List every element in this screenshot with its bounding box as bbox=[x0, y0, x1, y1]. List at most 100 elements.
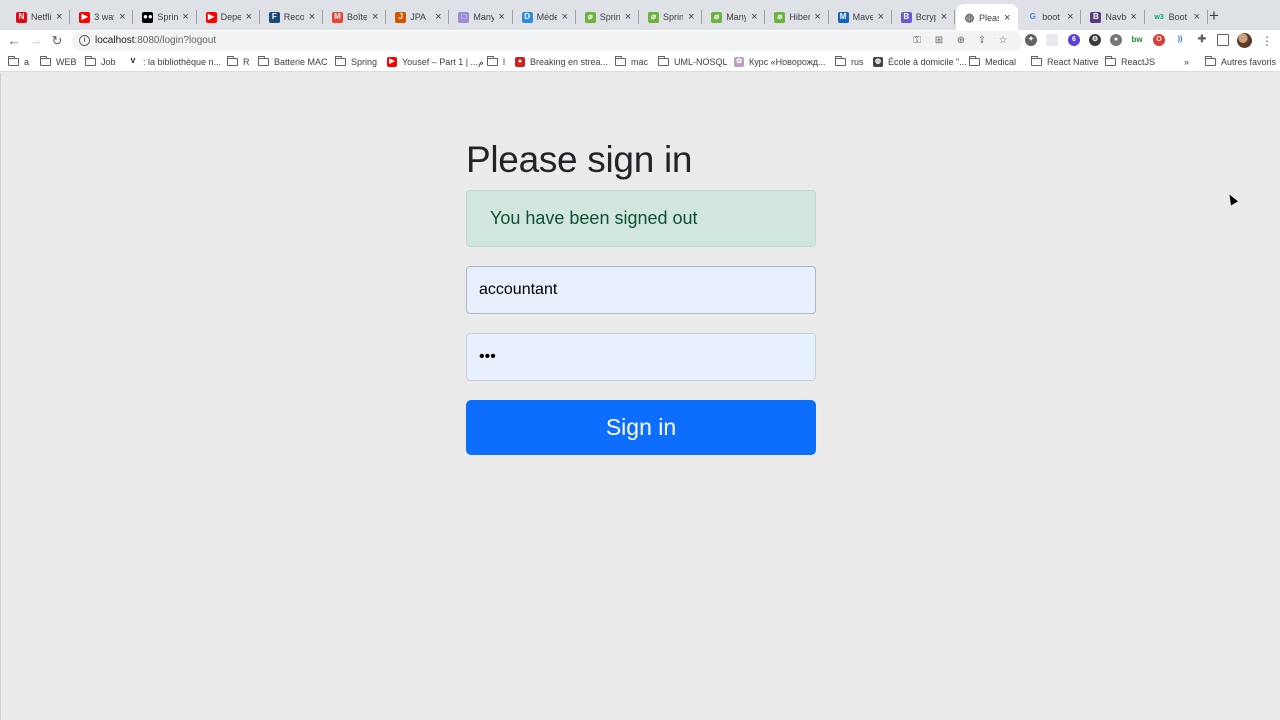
close-tab-icon[interactable]: × bbox=[812, 11, 824, 23]
key-icon[interactable]: ⚿ bbox=[910, 34, 924, 48]
close-tab-icon[interactable]: × bbox=[685, 11, 697, 23]
site-favicon-icon: ◍ bbox=[873, 57, 883, 67]
close-tab-icon[interactable]: × bbox=[875, 11, 887, 23]
bookmark-folder[interactable]: WEB bbox=[40, 55, 77, 69]
close-tab-icon[interactable]: × bbox=[1191, 11, 1203, 23]
bookmark-folder[interactable]: UML-NOSQL bbox=[658, 55, 728, 69]
bookmark-folder[interactable]: R bbox=[227, 55, 250, 69]
close-tab-icon[interactable]: × bbox=[748, 11, 760, 23]
browser-tab[interactable]: ●● Sprin × bbox=[134, 5, 197, 29]
close-tab-icon[interactable]: × bbox=[1128, 11, 1140, 23]
browser-tab[interactable]: ⌀ Sprin × bbox=[577, 5, 639, 29]
bookmark-folder[interactable]: Job bbox=[85, 55, 116, 69]
bookmark-link[interactable]: V: la bibliothèque n... bbox=[128, 55, 221, 69]
site-favicon-icon: V bbox=[128, 57, 138, 67]
bookmark-folder[interactable]: mac bbox=[615, 55, 648, 69]
bookmark-folder[interactable]: ReactJS bbox=[1105, 55, 1155, 69]
bookmark-link[interactable]: ▶ Yousef – Part 1 | ...م bbox=[387, 55, 484, 69]
bookmark-folder[interactable]: a bbox=[8, 55, 29, 69]
close-tab-icon[interactable]: × bbox=[53, 11, 65, 23]
extension-gear-icon[interactable]: ⚙ bbox=[1089, 34, 1101, 46]
bookmark-folder[interactable]: rus bbox=[835, 55, 864, 69]
close-tab-icon[interactable]: × bbox=[938, 11, 950, 23]
browser-tab[interactable]: M Mave × bbox=[830, 5, 892, 29]
address-bar[interactable]: i localhost:8080/login?logout ⚿ ⊞ ⊕ ⇪ ☆ bbox=[72, 31, 1022, 51]
bookmark-link[interactable]: ◍ École à domicile "... bbox=[873, 55, 967, 69]
close-tab-icon[interactable]: × bbox=[180, 11, 192, 23]
other-bookmarks-folder[interactable]: Autres favoris bbox=[1205, 55, 1276, 69]
fa-icon: F bbox=[268, 11, 280, 23]
side-panel-icon[interactable] bbox=[1217, 34, 1229, 46]
close-tab-icon[interactable]: × bbox=[432, 11, 444, 23]
bookmark-folder[interactable]: Spring bbox=[335, 55, 377, 69]
close-tab-icon[interactable]: × bbox=[116, 11, 128, 23]
close-tab-icon[interactable]: × bbox=[496, 11, 508, 23]
translate-icon[interactable]: ⊞ bbox=[932, 34, 946, 48]
tab-title: 3 way bbox=[94, 12, 114, 22]
username-input[interactable] bbox=[466, 266, 816, 314]
profile-avatar[interactable] bbox=[1237, 33, 1252, 48]
password-input[interactable] bbox=[466, 333, 816, 381]
bookmark-folder[interactable]: Medical bbox=[969, 55, 1016, 69]
close-tab-icon[interactable]: × bbox=[622, 11, 634, 23]
site-favicon-icon: ✿ bbox=[734, 57, 744, 67]
browser-tab[interactable]: ▶ Depe × bbox=[198, 5, 260, 29]
browser-tab[interactable]: J JPA × bbox=[387, 5, 450, 29]
extension-red-icon[interactable]: O bbox=[1153, 34, 1165, 46]
bookmark-label: R bbox=[243, 57, 250, 67]
close-tab-icon[interactable]: × bbox=[243, 11, 255, 23]
bookmark-label: l bbox=[503, 57, 505, 67]
close-tab-icon[interactable]: × bbox=[1001, 12, 1013, 24]
browser-tab[interactable]: BBcryp× bbox=[893, 5, 955, 29]
tab-separator bbox=[195, 10, 197, 24]
extension-puzzle-icon[interactable]: ✦ bbox=[1025, 34, 1037, 46]
browser-tab[interactable]: Gboot × bbox=[1019, 5, 1082, 29]
folder-icon bbox=[969, 56, 980, 66]
reload-icon[interactable]: ↻ bbox=[48, 32, 66, 50]
extension-circle-icon[interactable]: ● bbox=[1110, 34, 1122, 46]
tab-title: Reco bbox=[283, 12, 304, 22]
site-info-icon[interactable]: i bbox=[79, 35, 90, 46]
browser-tab[interactable]: □ Many × bbox=[450, 5, 513, 29]
url-text[interactable]: localhost:8080/login?logout bbox=[95, 35, 216, 46]
extension-bw-icon[interactable]: bw bbox=[1131, 34, 1143, 46]
back-icon[interactable]: ← bbox=[5, 32, 23, 50]
close-tab-icon[interactable]: × bbox=[306, 11, 318, 23]
extension-badge-icon[interactable]: 6 bbox=[1068, 34, 1080, 46]
browser-menu-icon[interactable]: ⋮ bbox=[1261, 32, 1273, 50]
browser-tab[interactable]: w3 Boot × bbox=[1146, 5, 1208, 29]
extensions-icon[interactable]: ✚ bbox=[1196, 34, 1208, 46]
more-bookmarks-button[interactable]: » bbox=[1184, 55, 1189, 69]
browser-tab[interactable]: ⌀ Many × bbox=[703, 5, 766, 29]
browser-tab[interactable]: ▶3 way× bbox=[71, 5, 134, 29]
browser-tab[interactable]: ⌀ Sprin × bbox=[640, 5, 703, 29]
sign-in-button[interactable]: Sign in bbox=[466, 400, 816, 455]
browser-tab[interactable]: D Méde × bbox=[514, 5, 576, 29]
zoom-icon[interactable]: ⊕ bbox=[954, 34, 968, 48]
bookmark-label: a bbox=[24, 57, 30, 67]
bookmark-label: React Native bbox=[1047, 57, 1099, 67]
bookmark-folder[interactable]: React Native bbox=[1031, 55, 1099, 69]
close-tab-icon[interactable]: × bbox=[559, 11, 571, 23]
browser-tab[interactable]: N Netfli × bbox=[8, 5, 71, 29]
folder-icon bbox=[615, 56, 626, 66]
close-tab-icon[interactable]: × bbox=[369, 11, 381, 23]
mouse-cursor bbox=[1226, 192, 1238, 206]
spring-icon: ⌀ bbox=[584, 11, 596, 23]
browser-tab[interactable]: ⌀ Hiber × bbox=[766, 5, 829, 29]
forward-icon[interactable]: → bbox=[27, 32, 45, 50]
tab-title: Netfli bbox=[31, 12, 52, 22]
browser-tab[interactable]: ◍ Pleas× bbox=[956, 4, 1019, 32]
bookmark-folder[interactable]: Batterie MAC bbox=[258, 55, 328, 69]
bookmark-folder[interactable]: l bbox=[487, 55, 505, 69]
share-icon[interactable]: ⇪ bbox=[975, 34, 989, 48]
bookmark-link[interactable]: ✿ Курс «Новорожд... bbox=[734, 55, 826, 69]
close-tab-icon[interactable]: × bbox=[1064, 11, 1076, 23]
bookmark-link[interactable]: ● Breaking en strea... bbox=[515, 55, 608, 69]
extension-blank-icon[interactable] bbox=[1046, 34, 1058, 46]
browser-tab[interactable]: B Navb × bbox=[1082, 5, 1145, 29]
extension-wave-icon[interactable]: )) bbox=[1174, 34, 1186, 46]
browser-tab[interactable]: F Reco × bbox=[261, 5, 323, 29]
browser-tab[interactable]: M Boîte × bbox=[324, 5, 387, 29]
bookmark-star-icon[interactable]: ☆ bbox=[996, 34, 1010, 48]
